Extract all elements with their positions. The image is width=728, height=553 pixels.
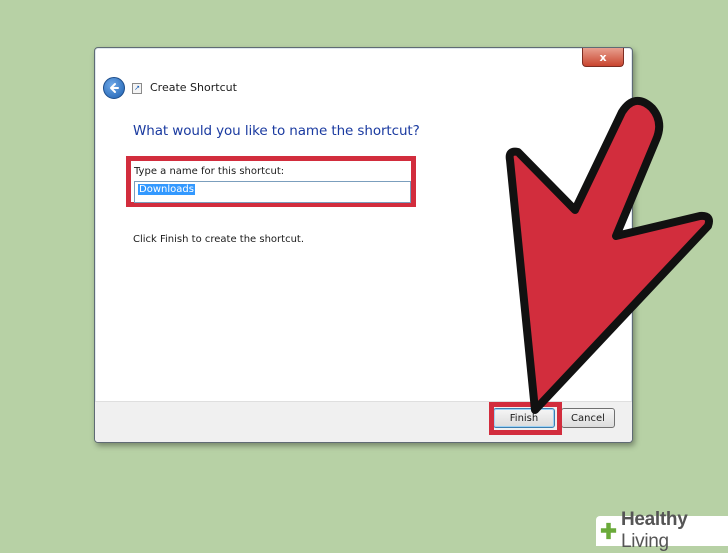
shortcut-wizard-icon: ↗	[132, 83, 142, 94]
selected-text: Downloads	[138, 184, 195, 195]
back-button[interactable]	[103, 77, 125, 99]
instruction-text: Click Finish to create the shortcut.	[133, 234, 305, 245]
dialog-title: Create Shortcut	[150, 81, 237, 94]
shortcut-name-input[interactable]: Downloads	[134, 181, 411, 203]
finish-button-highlight	[489, 402, 562, 435]
healthy-living-logo-icon	[600, 522, 617, 540]
close-button[interactable]: x	[582, 48, 624, 67]
brand-name: Healthy Living	[620, 509, 688, 552]
page-heading: What would you like to name the shortcut…	[133, 123, 420, 139]
close-icon: x	[599, 50, 607, 64]
healthy-living-watermark: Healthy Living	[596, 509, 728, 552]
create-shortcut-dialog: x ↗ Create Shortcut What would you like …	[94, 47, 633, 443]
name-field-label: Type a name for this shortcut:	[134, 166, 285, 177]
cancel-button[interactable]: Cancel	[561, 408, 615, 428]
back-arrow-icon	[110, 83, 119, 93]
